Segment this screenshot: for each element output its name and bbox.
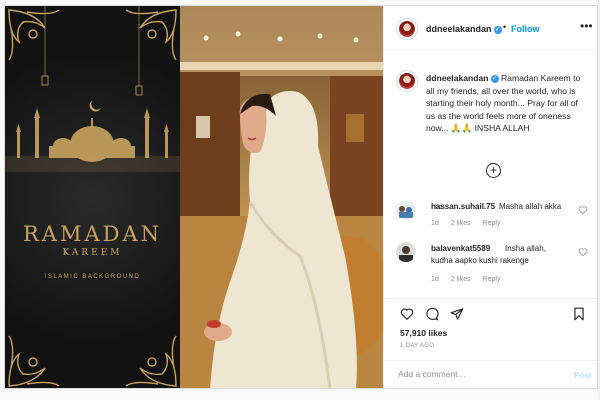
post-image[interactable]: RAMADAN KAREEM ISLAMIC BACKGROUND (5, 6, 383, 388)
header-username-row[interactable]: ddneelakandan ✓ (426, 24, 502, 34)
comment-likes[interactable]: 2 likes (451, 220, 471, 227)
portrait-illustration (180, 6, 383, 388)
verified-badge-icon: ✓ (490, 75, 499, 83)
follow-button[interactable]: Follow (511, 24, 540, 34)
header-separator: • (503, 22, 507, 32)
graphic-title: RAMADAN (22, 222, 163, 246)
load-more-comments-button[interactable]: + (486, 163, 501, 178)
comment-meta: 1d 2 likes Reply (431, 276, 510, 283)
portrait-photo (180, 6, 383, 388)
caption-username[interactable]: ddneelakandan (426, 73, 489, 83)
likes-count[interactable]: 57,910 likes (400, 328, 447, 338)
post-timestamp[interactable]: 1 DAY AGO (400, 343, 434, 349)
heart-icon[interactable] (400, 307, 414, 321)
share-icon[interactable] (450, 307, 464, 321)
add-comment-bar: Post (384, 360, 597, 388)
graphic-subtitle: KAREEM (62, 248, 123, 258)
reply-button[interactable]: Reply (483, 220, 501, 227)
caption-avatar[interactable] (396, 70, 418, 92)
avatar-image (399, 73, 415, 89)
comment-username[interactable]: hassan.suhail.75 (431, 202, 495, 211)
comment-icon[interactable] (425, 307, 439, 321)
avatar[interactable] (396, 18, 418, 40)
comment-heart-icon[interactable] (578, 247, 588, 257)
comment-avatar[interactable] (396, 242, 416, 262)
ramadan-graphic: RAMADAN KAREEM ISLAMIC BACKGROUND (5, 6, 180, 388)
comment-username[interactable]: balavenkat5589 (431, 244, 490, 253)
add-comment-input[interactable] (398, 369, 558, 379)
post-sidebar: ddneelakandan ✓ • Follow ••• ddneelakanda… (383, 6, 597, 388)
comment-meta: 1d 2 likes Reply (431, 220, 510, 227)
comment-text-continued: kudha aapko kushi rakenge (431, 256, 529, 265)
post-header: ddneelakandan ✓ • Follow ••• (384, 6, 597, 50)
header-username[interactable]: ddneelakandan (426, 24, 492, 34)
post-modal: RAMADAN KAREEM ISLAMIC BACKGROUND ddneel… (4, 5, 598, 389)
comment-likes[interactable]: 2 likes (451, 276, 471, 283)
comment-time[interactable]: 1d (431, 276, 439, 283)
ramadan-ornament-art (5, 6, 180, 387)
verified-badge-icon: ✓ (493, 26, 502, 34)
comment-heart-icon[interactable] (578, 205, 588, 215)
caption-text-block: ddneelakandan ✓ Ramadan Kareem to all my … (426, 72, 586, 135)
reply-button[interactable]: Reply (483, 276, 501, 283)
comment-text: Masha allah akka (499, 202, 562, 211)
avatar-image (399, 21, 415, 37)
graphic-caption: ISLAMIC BACKGROUND (44, 274, 141, 280)
comment-avatar[interactable] (396, 200, 416, 220)
bookmark-icon[interactable] (572, 307, 586, 321)
comment-text: Insha allah, (505, 244, 546, 253)
comment-time[interactable]: 1d (431, 220, 439, 227)
more-options-icon[interactable]: ••• (580, 19, 593, 33)
post-comment-button[interactable]: Post (574, 371, 591, 380)
